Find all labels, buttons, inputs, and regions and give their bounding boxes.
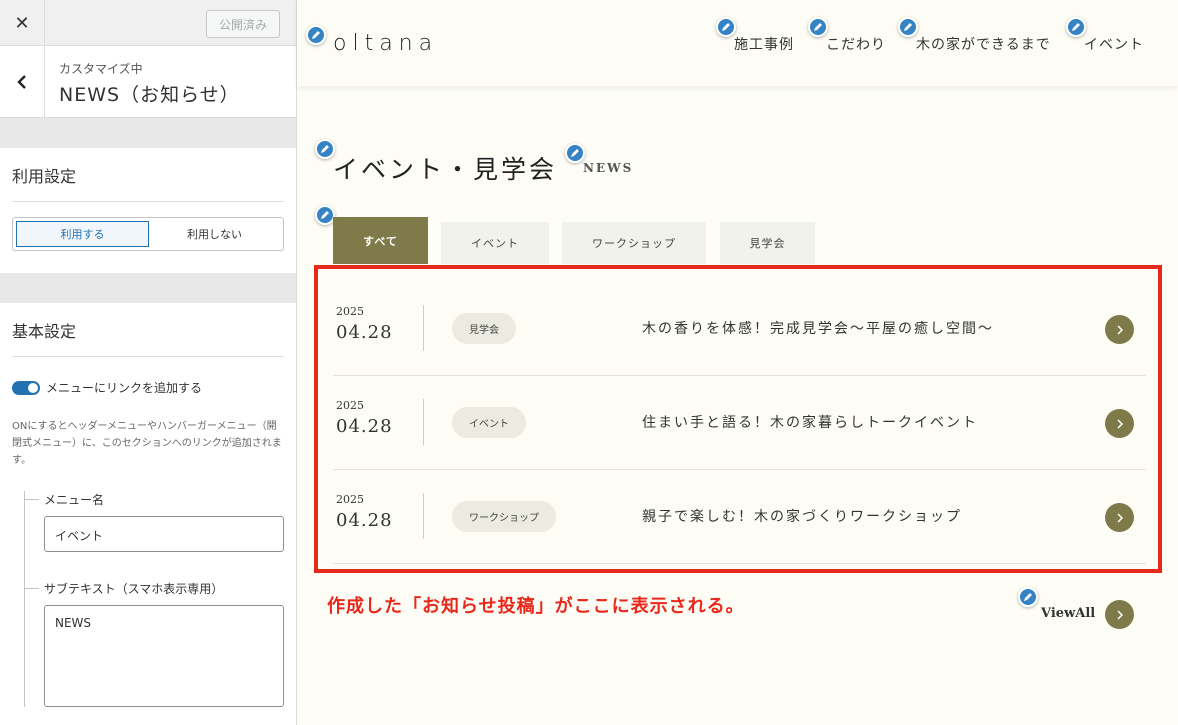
basic-title: 基本設定 <box>12 303 284 357</box>
post-year: 2025 <box>336 493 364 506</box>
edit-shortcut-nav-1[interactable] <box>716 17 736 37</box>
menu-link-toggle-row: メニューにリンクを追加する <box>12 379 284 396</box>
menu-fields: メニュー名 イベント サブテキスト（スマホ表示専用） NEWS <box>24 491 284 707</box>
arrow-button[interactable] <box>1105 503 1134 532</box>
post-date: 04.28 <box>336 322 393 343</box>
edit-shortcut-nav-2[interactable] <box>808 17 828 37</box>
site-logo[interactable]: oltana <box>333 31 438 56</box>
basic-panel: 基本設定 メニューにリンクを追加する ONにするとヘッダーメニューやハンバーガー… <box>0 303 296 725</box>
usage-title: 利用設定 <box>12 148 284 202</box>
usage-option-off[interactable]: 利用しない <box>149 221 280 247</box>
edit-shortcut-logo[interactable] <box>306 25 326 45</box>
post-date: 04.28 <box>336 510 393 531</box>
edit-shortcut-nav-4[interactable] <box>1066 17 1086 37</box>
nav-item-commitment[interactable]: こだわり <box>826 34 886 54</box>
news-row[interactable]: 2025 04.28 見学会 木の香りを体感！完成見学会〜平屋の癒し空間〜 <box>333 282 1146 376</box>
subtext-label: サブテキスト（スマホ表示専用） <box>25 580 284 597</box>
pencil-icon <box>321 145 329 153</box>
divider <box>423 399 424 445</box>
customizing-label: カスタマイズ中 <box>59 62 143 76</box>
post-title[interactable]: 住まい手と語る！木の家暮らしトークイベント <box>642 412 978 432</box>
divider <box>0 118 296 148</box>
pencil-icon <box>722 23 730 31</box>
section-name: NEWS（お知らせ） <box>59 84 240 106</box>
news-row[interactable]: 2025 04.28 ワークショップ 親子で楽しむ！木の家づくりワークショップ <box>333 470 1146 564</box>
toggle-label: メニューにリンクを追加する <box>46 381 203 395</box>
usage-segmented-control: 利用する 利用しない <box>12 217 284 251</box>
news-row[interactable]: 2025 04.28 イベント 住まい手と語る！木の家暮らしトークイベント <box>333 376 1146 470</box>
usage-option-on[interactable]: 利用する <box>16 221 149 247</box>
subtext-textarea[interactable]: NEWS <box>44 605 284 707</box>
divider <box>423 305 424 351</box>
tab-open-house[interactable]: 見学会 <box>720 222 815 264</box>
menu-name-label: メニュー名 <box>25 491 284 508</box>
view-all-link[interactable]: ViewAll <box>1041 606 1095 621</box>
pencil-icon <box>312 31 320 39</box>
category-badge: 見学会 <box>452 313 516 344</box>
usage-panel: 利用設定 利用する 利用しない <box>0 148 296 273</box>
menu-name-input[interactable]: イベント <box>44 516 284 552</box>
section-title: イベント・見学会 <box>333 155 558 184</box>
category-badge: イベント <box>452 407 526 438</box>
customizer-sidebar: ✕ 公開済み カスタマイズ中 NEWS（お知らせ） 利用設定 利用する 利用しな… <box>0 0 297 725</box>
post-date: 04.28 <box>336 416 393 437</box>
tab-all[interactable]: すべて <box>333 217 428 264</box>
pencil-icon <box>1024 593 1032 601</box>
edit-shortcut-viewall[interactable] <box>1018 587 1038 607</box>
divider <box>0 273 296 303</box>
close-button[interactable]: ✕ <box>0 0 45 46</box>
section-header: カスタマイズ中 NEWS（お知らせ） <box>0 46 296 118</box>
publish-button[interactable]: 公開済み <box>206 10 280 38</box>
edit-shortcut-nav-3[interactable] <box>898 17 918 37</box>
pencil-icon <box>814 23 822 31</box>
post-title[interactable]: 木の香りを体感！完成見学会〜平屋の癒し空間〜 <box>642 318 994 338</box>
divider <box>423 493 424 539</box>
toggle-description: ONにするとヘッダーメニューやハンバーガーメニュー（開閉式メニュー）に、このセク… <box>12 421 282 466</box>
edit-shortcut-subtitle[interactable] <box>565 143 585 163</box>
pencil-icon <box>1072 23 1080 31</box>
nav-item-process[interactable]: 木の家ができるまで <box>916 34 1051 54</box>
post-year: 2025 <box>336 305 364 318</box>
menu-link-toggle[interactable] <box>12 380 40 395</box>
annotation-note: 作成した「お知らせ投稿」がここに表示される。 <box>327 596 745 617</box>
category-badge: ワークショップ <box>452 501 556 532</box>
edit-shortcut-title[interactable] <box>315 139 335 159</box>
post-title[interactable]: 親子で楽しむ！木の家づくりワークショップ <box>642 506 962 526</box>
edit-shortcut-tabs[interactable] <box>315 205 335 225</box>
chevron-right-icon <box>1116 324 1123 335</box>
sidebar-topbar: ✕ 公開済み <box>0 0 296 46</box>
pencil-icon <box>904 23 912 31</box>
close-icon: ✕ <box>14 12 30 34</box>
site-preview: oltana 施工事例 こだわり 木の家ができるまで イベント イベント・見学会… <box>297 0 1178 725</box>
chevron-right-icon <box>1116 512 1123 523</box>
chevron-left-icon <box>17 75 26 89</box>
tab-workshop[interactable]: ワークショップ <box>562 222 706 264</box>
tab-event[interactable]: イベント <box>441 222 549 264</box>
arrow-button[interactable] <box>1105 409 1134 438</box>
view-all-button[interactable] <box>1105 600 1134 629</box>
pencil-icon <box>321 211 329 219</box>
back-button[interactable] <box>0 46 45 118</box>
nav-item-works[interactable]: 施工事例 <box>734 34 794 54</box>
arrow-button[interactable] <box>1105 315 1134 344</box>
nav-item-event[interactable]: イベント <box>1084 34 1144 54</box>
chevron-right-icon <box>1116 418 1123 429</box>
post-year: 2025 <box>336 399 364 412</box>
section-subtitle: NEWS <box>583 161 634 175</box>
chevron-right-icon <box>1116 609 1123 620</box>
pencil-icon <box>571 149 579 157</box>
site-header: oltana 施工事例 こだわり 木の家ができるまで イベント <box>297 0 1178 86</box>
